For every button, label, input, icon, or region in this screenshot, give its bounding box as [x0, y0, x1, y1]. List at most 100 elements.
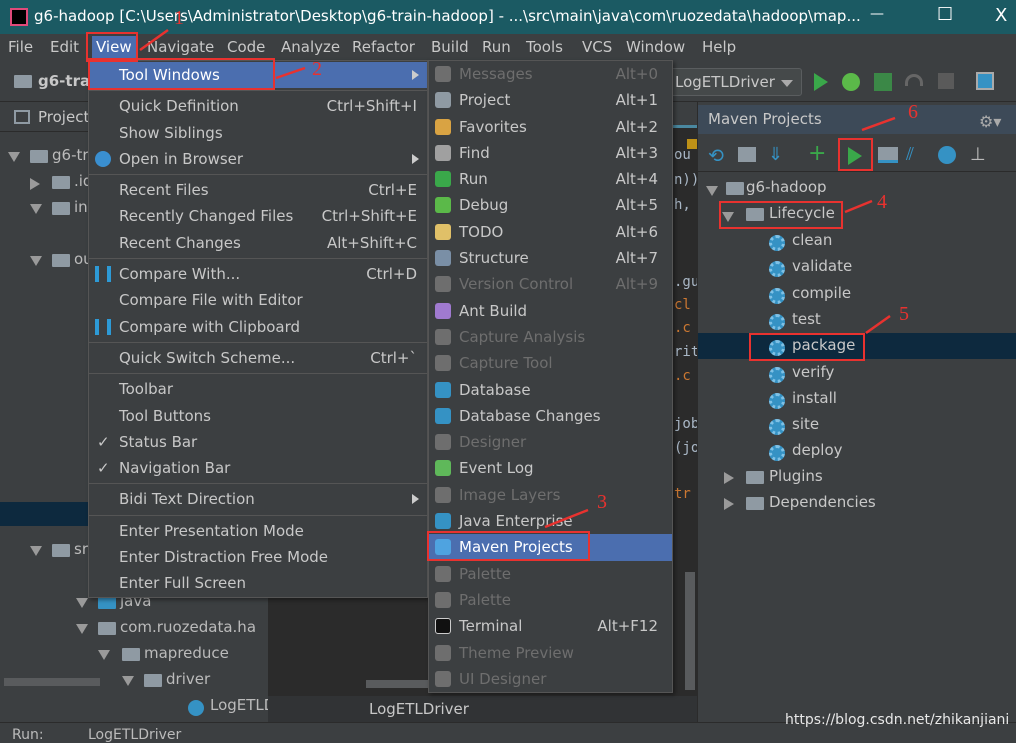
- menu-analyze[interactable]: Analyze: [281, 38, 340, 56]
- view-menu-item-compare-file-with-editor[interactable]: Compare File with Editor: [89, 287, 427, 313]
- expand-arrow-icon[interactable]: [76, 624, 88, 634]
- expand-arrow-icon[interactable]: [122, 676, 134, 686]
- tool-window-item-event-log[interactable]: Event Log: [429, 455, 672, 481]
- skip-tests-icon[interactable]: [938, 146, 956, 164]
- editor-scrollbar[interactable]: [685, 572, 695, 690]
- code-fragment: cl: [674, 297, 691, 313]
- view-menu-item-quick-definition[interactable]: Quick Definition Ctrl+Shift+I: [89, 93, 427, 119]
- tool-window-item-find[interactable]: Find Alt+3: [429, 140, 672, 166]
- maven-goal-item[interactable]: validate: [792, 257, 852, 275]
- project-tree-item[interactable]: mapreduce: [144, 644, 229, 662]
- menu-tools[interactable]: Tools: [526, 38, 563, 56]
- tool-window-item-structure[interactable]: Structure Alt+7: [429, 245, 672, 271]
- tool-window-item-todo[interactable]: TODO Alt+6: [429, 219, 672, 245]
- view-menu-item-status-bar[interactable]: ✓ Status Bar: [89, 429, 427, 455]
- maven-goal-item[interactable]: verify: [792, 363, 834, 381]
- view-menu-item-show-siblings[interactable]: Show Siblings: [89, 120, 427, 146]
- view-menu-item-enter-distraction-free-mode[interactable]: Enter Distraction Free Mode: [89, 544, 427, 570]
- run-icon[interactable]: [814, 73, 828, 91]
- minimize-button[interactable]: —: [870, 6, 884, 22]
- view-menu-item-recent-changes[interactable]: Recent Changes Alt+Shift+C: [89, 230, 427, 256]
- menu-edit[interactable]: Edit: [50, 38, 79, 56]
- dependencies-diagram-icon[interactable]: ⊥: [970, 144, 986, 165]
- maven-goal-item[interactable]: install: [792, 389, 837, 407]
- menu-window[interactable]: Window: [626, 38, 685, 56]
- view-menu-item-quick-switch-scheme[interactable]: Quick Switch Scheme... Ctrl+`: [89, 345, 427, 371]
- add-icon[interactable]: +: [808, 141, 826, 166]
- project-tree-item[interactable]: sr: [74, 540, 88, 558]
- maven-goal-item[interactable]: test: [792, 310, 821, 328]
- view-menu-item-compare-with-clipboard[interactable]: Compare with Clipboard: [89, 314, 427, 340]
- project-tree-item[interactable]: in: [74, 198, 88, 216]
- project-tree-item[interactable]: g6-tr: [52, 146, 89, 164]
- maven-tree-dependencies[interactable]: Dependencies: [769, 493, 876, 511]
- view-menu-item-recently-changed-files[interactable]: Recently Changed Files Ctrl+Shift+E: [89, 203, 427, 229]
- tool-window-item-debug[interactable]: Debug Alt+5: [429, 192, 672, 218]
- run-config-dropdown[interactable]: LogETLDriver: [668, 68, 802, 96]
- menu-run[interactable]: Run: [482, 38, 511, 56]
- maven-goal-item[interactable]: site: [792, 415, 819, 433]
- maven-goal-item[interactable]: clean: [792, 231, 832, 249]
- tool-window-item-favorites[interactable]: Favorites Alt+2: [429, 114, 672, 140]
- expand-arrow-icon[interactable]: [30, 204, 42, 214]
- execute-goal-icon[interactable]: [878, 147, 898, 163]
- expand-arrow-icon[interactable]: [30, 546, 42, 556]
- view-menu-item-tool-buttons[interactable]: Tool Buttons: [89, 403, 427, 429]
- tool-window-item-database-changes[interactable]: Database Changes: [429, 403, 672, 429]
- menu-navigate[interactable]: Navigate: [147, 38, 214, 56]
- menu-item-label: Image Layers: [459, 485, 561, 504]
- project-tree-item[interactable]: LogETLD: [210, 696, 275, 714]
- editor-tab-logetldriver[interactable]: LogETLDriver: [369, 700, 469, 718]
- menu-code[interactable]: Code: [227, 38, 265, 56]
- expand-arrow-icon[interactable]: [98, 650, 110, 660]
- close-button[interactable]: X: [995, 5, 1007, 26]
- settings-gear-icon[interactable]: ⚙▾: [979, 112, 1001, 131]
- generate-sources-icon[interactable]: [738, 147, 756, 162]
- nav-project-crumb[interactable]: g6-trai: [38, 72, 95, 90]
- expand-arrow-icon[interactable]: [76, 598, 88, 608]
- maven-tree-plugins[interactable]: Plugins: [769, 467, 823, 485]
- tool-window-item-project[interactable]: Project Alt+1: [429, 87, 672, 113]
- project-tree-item[interactable]: com.ruozedata.ha: [120, 618, 256, 636]
- tool-window-item-ui-designer: UI Designer: [429, 666, 672, 692]
- menu-item-label: Designer: [459, 433, 527, 452]
- view-menu-item-enter-presentation-mode[interactable]: Enter Presentation Mode: [89, 518, 427, 544]
- tool-window-item-run[interactable]: Run Alt+4: [429, 166, 672, 192]
- menu-refactor[interactable]: Refactor: [352, 38, 415, 56]
- tool-window-item-ant-build[interactable]: Ant Build: [429, 298, 672, 324]
- coverage-icon[interactable]: [874, 73, 892, 91]
- menu-help[interactable]: Help: [702, 38, 736, 56]
- view-menu-item-open-in-browser[interactable]: Open in Browser: [89, 146, 427, 172]
- menu-vcs[interactable]: VCS: [582, 38, 612, 56]
- debug-icon[interactable]: [842, 73, 860, 91]
- horizontal-scrollbar[interactable]: [4, 678, 100, 686]
- tool-window-item-database[interactable]: Database: [429, 377, 672, 403]
- stop-icon[interactable]: [938, 73, 954, 89]
- maven-tree-project[interactable]: g6-hadoop: [746, 178, 827, 196]
- toggle-offline-icon[interactable]: ⫽: [906, 144, 914, 165]
- collapse-arrow-icon[interactable]: [724, 472, 734, 484]
- view-menu-item-bidi-text-direction[interactable]: Bidi Text Direction: [89, 486, 427, 512]
- profile-icon[interactable]: [905, 74, 923, 86]
- view-menu-item-enter-full-screen[interactable]: Enter Full Screen: [89, 570, 427, 596]
- maximize-button[interactable]: ☐: [937, 4, 953, 25]
- expand-arrow-icon[interactable]: [30, 256, 42, 266]
- download-icon[interactable]: ⇓: [768, 144, 783, 165]
- reimport-icon[interactable]: ⟲: [708, 145, 724, 167]
- view-menu-item-navigation-bar[interactable]: ✓ Navigation Bar: [89, 455, 427, 481]
- menu-file[interactable]: File: [8, 38, 33, 56]
- expand-arrow-icon[interactable]: [8, 152, 20, 162]
- tool-window-item-terminal[interactable]: Terminal Alt+F12: [429, 613, 672, 639]
- view-menu-item-recent-files[interactable]: Recent Files Ctrl+E: [89, 177, 427, 203]
- view-menu-item-toolbar[interactable]: Toolbar: [89, 376, 427, 402]
- menu-build[interactable]: Build: [431, 38, 469, 56]
- expand-arrow-icon[interactable]: [706, 186, 718, 196]
- project-panel-title[interactable]: Project: [38, 108, 89, 126]
- collapse-arrow-icon[interactable]: [30, 178, 40, 190]
- maven-goal-item[interactable]: deploy: [792, 441, 843, 459]
- project-tree-item[interactable]: driver: [166, 670, 210, 688]
- project-structure-icon[interactable]: [976, 72, 994, 90]
- collapse-arrow-icon[interactable]: [724, 498, 734, 510]
- maven-goal-item[interactable]: compile: [792, 284, 851, 302]
- view-menu-item-compare-with[interactable]: Compare With... Ctrl+D: [89, 261, 427, 287]
